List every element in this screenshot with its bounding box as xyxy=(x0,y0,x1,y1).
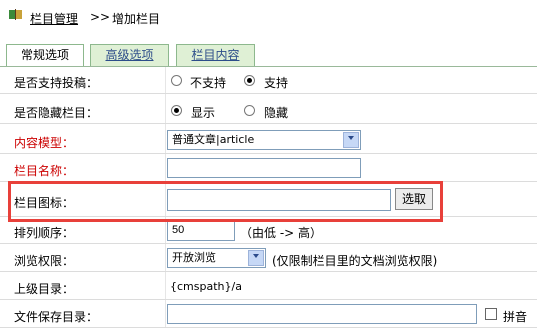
chevron-down-icon xyxy=(253,254,259,258)
content-model-label: 内容模型： xyxy=(14,136,75,150)
allow-submit-yes-label: 支持 xyxy=(264,76,289,90)
hidden-show-label: 显示 xyxy=(191,106,216,120)
row-save-dir: 文件保存目录： 拼音 xyxy=(0,301,537,328)
pinyin-label: 拼音 xyxy=(503,310,528,324)
save-dir-label: 文件保存目录： xyxy=(14,310,99,324)
breadcrumb-separator: >> xyxy=(90,10,111,24)
allow-submit-label: 是否支持投稿： xyxy=(14,76,99,90)
browse-permission-value: 开放浏览 xyxy=(172,251,216,264)
sort-order-input[interactable] xyxy=(167,219,235,241)
breadcrumb: 栏目管理 >> 增加栏目 xyxy=(0,0,537,36)
tab-general-options[interactable]: 常规选项 xyxy=(6,44,84,67)
hidden-hide-label: 隐藏 xyxy=(264,106,289,120)
tab-advanced-label: 高级选项 xyxy=(105,48,154,62)
breadcrumb-current: 增加栏目 xyxy=(112,12,161,26)
tab-category-content[interactable]: 栏目内容 xyxy=(176,44,255,66)
content-model-select[interactable]: 普通文章|article xyxy=(167,130,361,150)
save-dir-input[interactable] xyxy=(167,304,477,324)
row-category-name: 栏目名称： xyxy=(0,155,537,182)
chevron-down-icon xyxy=(348,136,354,140)
highlight-box xyxy=(8,181,443,222)
browse-permission-select[interactable]: 开放浏览 xyxy=(167,248,266,268)
content-model-dropdown-button[interactable] xyxy=(343,132,359,148)
browse-permission-dropdown-button[interactable] xyxy=(248,250,264,266)
category-name-input[interactable] xyxy=(167,158,361,178)
content-model-value: 普通文章|article xyxy=(172,133,255,146)
pinyin-checkbox[interactable] xyxy=(485,308,497,320)
hidden-label: 是否隐藏栏目： xyxy=(14,106,99,120)
tab-content-label: 栏目内容 xyxy=(191,48,240,62)
sort-order-hint: （由低 -> 高） xyxy=(240,226,323,240)
hidden-show-radio[interactable] xyxy=(171,105,182,116)
book-icon xyxy=(9,9,22,20)
parent-dir-value: {cmspath}/a xyxy=(170,280,242,293)
allow-submit-yes-radio[interactable] xyxy=(244,75,255,86)
tab-general-label: 常规选项 xyxy=(20,48,69,62)
parent-dir-label: 上级目录： xyxy=(14,282,75,296)
browse-permission-hint: (仅限制栏目里的文档浏览权限) xyxy=(272,254,438,268)
row-hidden: 是否隐藏栏目： 显示 隐藏 xyxy=(0,97,537,124)
browse-permission-label: 浏览权限： xyxy=(14,254,75,268)
breadcrumb-link-category-management[interactable]: 栏目管理 xyxy=(30,10,78,27)
sort-order-label: 排列顺序： xyxy=(14,226,75,240)
category-name-label: 栏目名称： xyxy=(14,164,75,178)
tab-advanced-options[interactable]: 高级选项 xyxy=(90,44,169,66)
row-content-model: 内容模型： 普通文章|article xyxy=(0,127,537,154)
hidden-hide-radio[interactable] xyxy=(244,105,255,116)
allow-submit-no-label: 不支持 xyxy=(190,76,227,90)
row-parent-dir: 上级目录： {cmspath}/a xyxy=(0,273,537,300)
allow-submit-no-radio[interactable] xyxy=(171,75,182,86)
row-allow-submit: 是否支持投稿： 不支持 支持 xyxy=(0,67,537,94)
row-browse-permission: 浏览权限： 开放浏览 (仅限制栏目里的文档浏览权限) xyxy=(0,245,537,272)
